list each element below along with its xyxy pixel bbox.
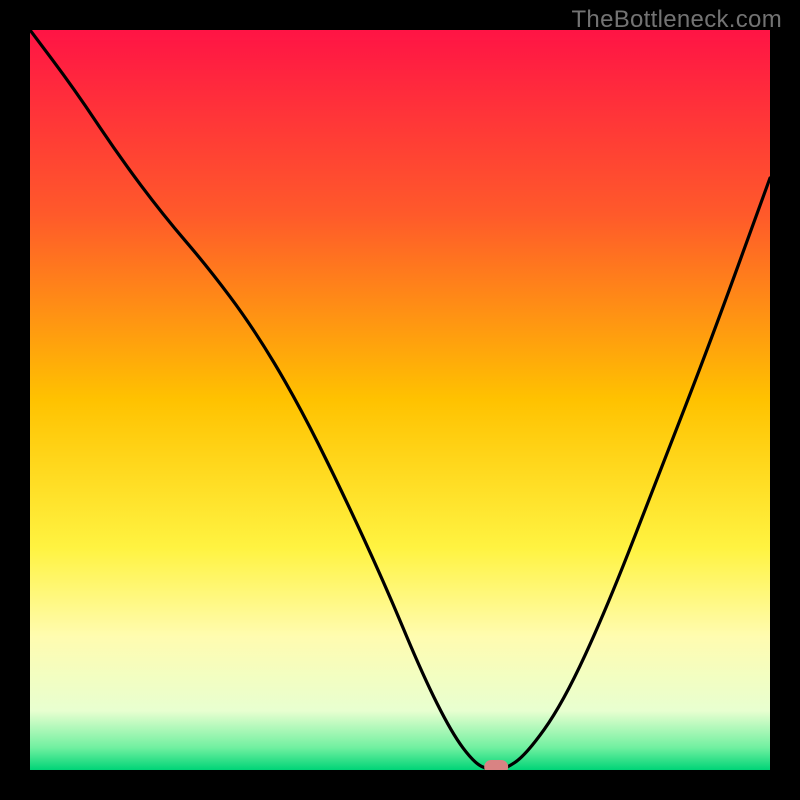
chart-container: TheBottleneck.com — [0, 0, 800, 800]
plot-area — [30, 30, 770, 770]
gradient-background — [30, 30, 770, 770]
watermark-text: TheBottleneck.com — [571, 6, 782, 34]
chart-svg — [30, 30, 770, 770]
optimal-marker — [484, 760, 508, 770]
